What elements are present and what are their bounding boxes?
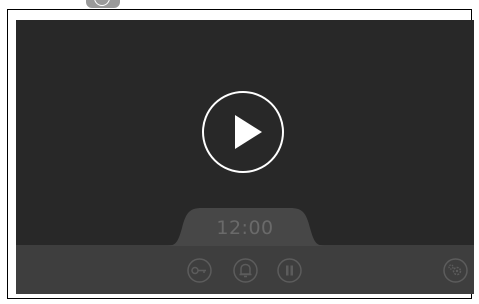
- unlock-button[interactable]: [187, 258, 212, 283]
- time-display: 12:00: [216, 217, 274, 239]
- settings-button[interactable]: [443, 258, 468, 283]
- bell-button[interactable]: [233, 258, 258, 283]
- gear-icon: [443, 258, 468, 283]
- bell-icon: [233, 258, 258, 283]
- pause-icon: [277, 258, 302, 283]
- pause-button[interactable]: [277, 258, 302, 283]
- top-handle: [86, 0, 120, 8]
- video-screen[interactable]: 12:00: [16, 20, 474, 294]
- key-icon: [187, 258, 212, 283]
- play-button[interactable]: [202, 91, 284, 173]
- play-icon: [235, 115, 262, 149]
- handle-ring-icon: [94, 0, 110, 6]
